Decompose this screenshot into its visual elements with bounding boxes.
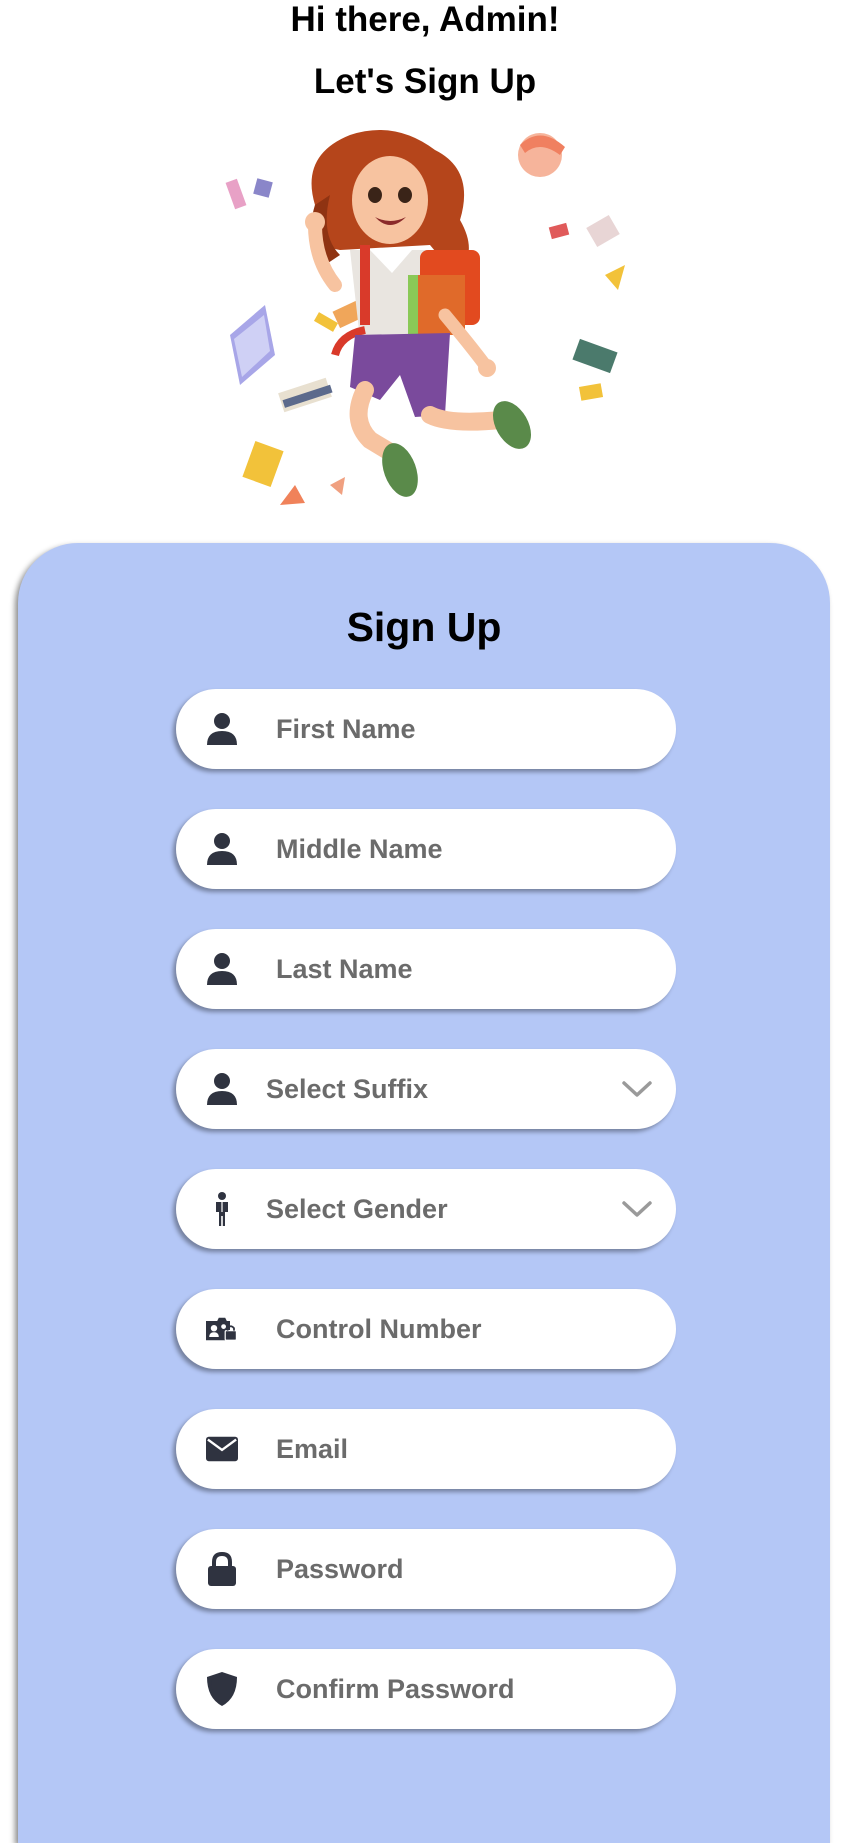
greeting-heading: Hi there, Admin! bbox=[290, 0, 560, 39]
email-field[interactable] bbox=[176, 1409, 676, 1489]
user-icon bbox=[206, 953, 238, 985]
control-number-field[interactable] bbox=[176, 1289, 676, 1369]
password-field[interactable] bbox=[176, 1529, 676, 1609]
envelope-icon bbox=[206, 1433, 238, 1465]
confirm-password-field[interactable] bbox=[176, 1649, 676, 1729]
user-icon bbox=[206, 1073, 238, 1105]
hero-illustration bbox=[225, 130, 625, 505]
gender-select[interactable]: Select Gender bbox=[176, 1169, 676, 1249]
user-icon bbox=[206, 833, 238, 865]
first-name-input[interactable] bbox=[276, 689, 646, 769]
suffix-select-value: Select Suffix bbox=[266, 1074, 429, 1104]
last-name-field[interactable] bbox=[176, 929, 676, 1009]
control-number-input[interactable] bbox=[276, 1289, 646, 1369]
chevron-down-icon bbox=[622, 1081, 652, 1097]
lock-icon bbox=[206, 1552, 238, 1586]
suffix-select[interactable]: Select Suffix bbox=[176, 1049, 676, 1129]
last-name-input[interactable] bbox=[276, 929, 646, 1009]
signup-card: Sign Up Select Suffix Select Gender bbox=[18, 543, 830, 1843]
middle-name-field[interactable] bbox=[176, 809, 676, 889]
signup-title: Sign Up bbox=[346, 604, 502, 650]
subtitle-heading: Let's Sign Up bbox=[313, 62, 537, 101]
gender-select-value: Select Gender bbox=[266, 1194, 448, 1224]
first-name-field[interactable] bbox=[176, 689, 676, 769]
confirm-password-input[interactable] bbox=[276, 1649, 646, 1729]
chevron-down-icon bbox=[622, 1201, 652, 1217]
password-input[interactable] bbox=[276, 1529, 646, 1609]
person-standing-icon bbox=[206, 1192, 238, 1226]
middle-name-input[interactable] bbox=[276, 809, 646, 889]
shield-icon bbox=[206, 1672, 238, 1706]
user-icon bbox=[206, 713, 238, 745]
id-card-icon bbox=[206, 1313, 238, 1345]
email-input[interactable] bbox=[276, 1409, 646, 1489]
